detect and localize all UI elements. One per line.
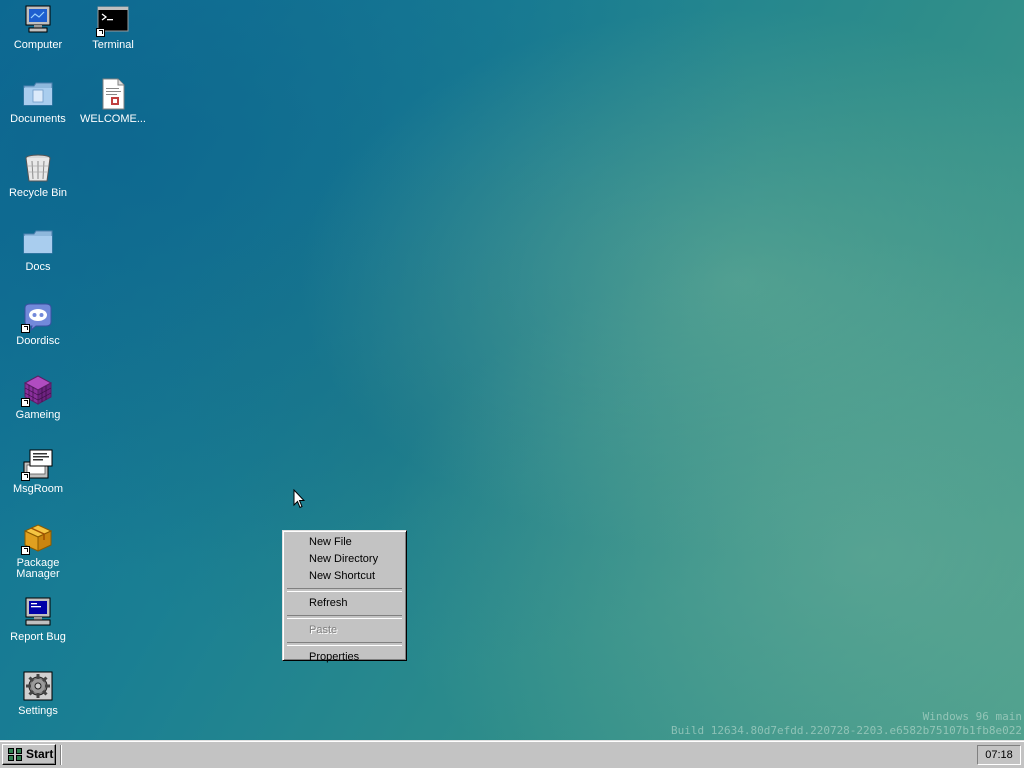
taskbar-divider bbox=[60, 745, 62, 765]
desktop-context-menu: New File New Directory New Shortcut Refr… bbox=[282, 530, 407, 663]
desktop-icon-gameing[interactable]: Gameing bbox=[1, 374, 75, 421]
build-watermark: Windows 96 main Build 12634.80d7efdd.220… bbox=[671, 710, 1022, 738]
shortcut-arrow-icon bbox=[21, 324, 30, 333]
desktop-icon-label: Gameing bbox=[15, 410, 61, 421]
taskbar: Start 07:18 bbox=[0, 740, 1024, 768]
menu-item-refresh[interactable]: Refresh bbox=[286, 595, 403, 612]
desktop-icon-docs[interactable]: Docs bbox=[1, 226, 75, 273]
desktop[interactable]: Computer Terminal Documents WELCOME... R… bbox=[0, 0, 1024, 740]
desktop-icon-label: WELCOME... bbox=[79, 114, 146, 125]
terminal-icon bbox=[96, 4, 129, 37]
shortcut-arrow-icon bbox=[21, 398, 30, 407]
desktop-icon-label: Package Manager bbox=[16, 558, 60, 580]
desktop-icon-label: Terminal bbox=[92, 40, 134, 51]
menu-separator bbox=[287, 588, 402, 592]
start-button[interactable]: Start bbox=[2, 744, 56, 765]
desktop-icon-label: Computer bbox=[13, 40, 63, 51]
desktop-icon-label: Report Bug bbox=[10, 632, 66, 643]
settings-gear-icon bbox=[22, 670, 54, 702]
text-document-icon bbox=[97, 78, 129, 110]
desktop-icon-report-bug[interactable]: Report Bug bbox=[1, 596, 75, 643]
watermark-build: Build 12634.80d7efdd.220728-2203.e6582b7… bbox=[671, 724, 1022, 737]
system-tray-clock[interactable]: 07:18 bbox=[977, 745, 1021, 765]
menu-separator bbox=[287, 615, 402, 619]
menu-item-new-file[interactable]: New File bbox=[286, 534, 403, 551]
shortcut-arrow-icon bbox=[21, 546, 30, 555]
desktop-icon-label: Documents bbox=[10, 114, 66, 125]
desktop-icon-label: Recycle Bin bbox=[8, 188, 68, 199]
start-button-label: Start bbox=[26, 747, 54, 761]
package-icon bbox=[21, 522, 54, 555]
documents-folder-icon bbox=[22, 78, 54, 110]
report-bug-computer-icon bbox=[22, 596, 54, 628]
desktop-icon-msgroom[interactable]: MsgRoom bbox=[1, 448, 75, 495]
msgroom-icon bbox=[21, 448, 54, 481]
menu-item-new-shortcut[interactable]: New Shortcut bbox=[286, 568, 403, 585]
desktop-icon-label: MsgRoom bbox=[12, 484, 64, 495]
desktop-icon-doordisc[interactable]: Doordisc bbox=[1, 300, 75, 347]
desktop-icon-documents[interactable]: Documents bbox=[1, 78, 75, 125]
desktop-icon-package-manager[interactable]: Package Manager bbox=[1, 522, 75, 580]
desktop-icon-recycle-bin[interactable]: Recycle Bin bbox=[1, 152, 75, 199]
menu-item-properties[interactable]: Properties bbox=[286, 649, 403, 666]
recycle-bin-icon bbox=[22, 152, 54, 184]
desktop-icon-terminal[interactable]: Terminal bbox=[76, 4, 150, 51]
desktop-icon-computer[interactable]: Computer bbox=[1, 4, 75, 51]
desktop-icon-label: Doordisc bbox=[16, 336, 60, 347]
shortcut-arrow-icon bbox=[96, 28, 105, 37]
folder-icon bbox=[22, 226, 54, 258]
shortcut-arrow-icon bbox=[21, 472, 30, 481]
menu-item-paste: Paste bbox=[309, 624, 338, 636]
desktop-icon-label: Docs bbox=[25, 262, 51, 273]
start-logo-icon bbox=[7, 747, 23, 762]
gameing-cube-icon bbox=[21, 374, 54, 407]
mouse-cursor-icon bbox=[293, 489, 305, 509]
menu-separator bbox=[287, 642, 402, 646]
desktop-icon-label: Settings bbox=[18, 706, 58, 717]
watermark-product: Windows 96 main bbox=[922, 710, 1022, 723]
clock-text: 07:18 bbox=[985, 749, 1013, 761]
desktop-icon-settings[interactable]: Settings bbox=[1, 670, 75, 717]
menu-item-new-directory[interactable]: New Directory bbox=[286, 551, 403, 568]
desktop-icon-welcome[interactable]: WELCOME... bbox=[76, 78, 150, 125]
doordisc-icon bbox=[21, 300, 54, 333]
computer-icon bbox=[22, 4, 54, 36]
